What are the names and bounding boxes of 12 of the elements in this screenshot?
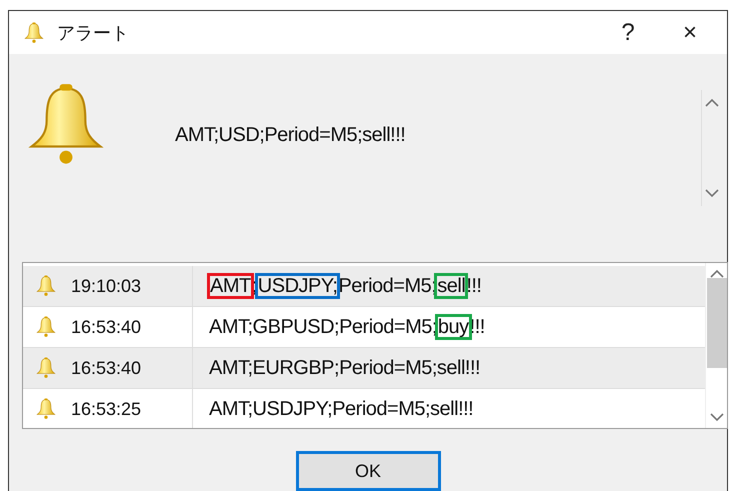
alert-time: 19:10:03	[71, 276, 142, 297]
alert-message: AMT;USD;Period=M5;sell!!!	[175, 124, 406, 148]
alert-text: AMT;USDJPY;Period=M5;sell!!!	[209, 398, 474, 421]
window-title: アラート	[57, 22, 130, 45]
help-button[interactable]: ?	[603, 18, 653, 47]
close-button[interactable]: ×	[665, 18, 715, 47]
alert-time: 16:53:40	[71, 316, 142, 338]
alert-time: 16:53:40	[71, 358, 142, 379]
alert-row[interactable]: 16:53:40 AMT;EURGBP;Period=M5;sell!!!	[23, 348, 705, 390]
ok-button[interactable]: OK	[296, 451, 440, 491]
alert-time: 16:53:25	[71, 398, 142, 420]
alert-text: AMT;EURGBP;Period=M5;sell!!!	[209, 356, 480, 380]
